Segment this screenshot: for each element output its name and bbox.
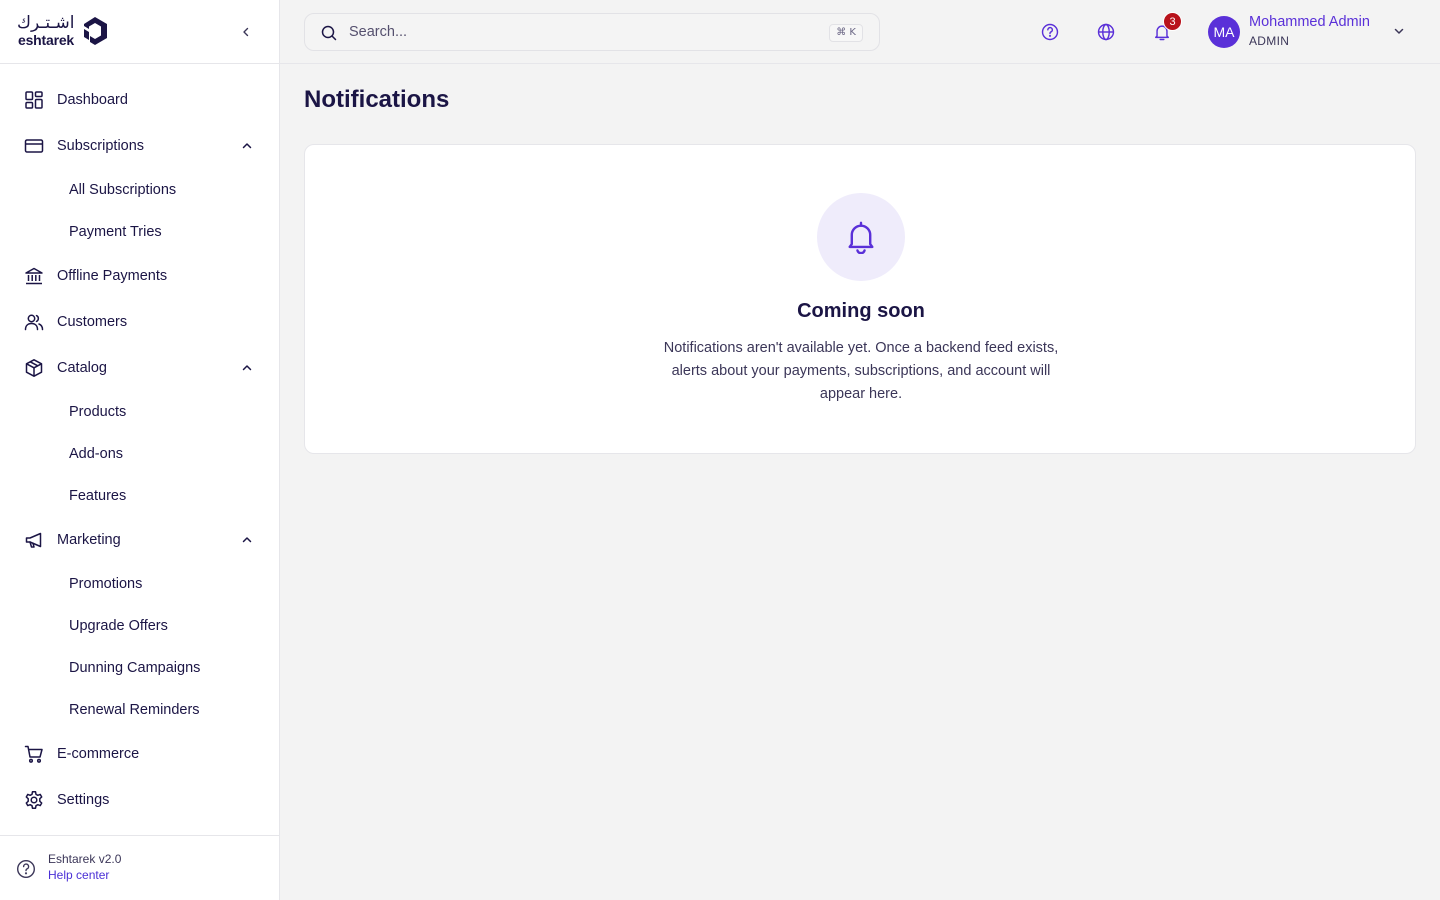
sidebar-subitem-label: Dunning Campaigns bbox=[69, 660, 201, 676]
search-icon bbox=[321, 25, 337, 41]
bank-icon bbox=[22, 264, 46, 288]
sidebar-subitem-features[interactable]: Features bbox=[14, 479, 266, 513]
sidebar-subitem-label: Renewal Reminders bbox=[69, 702, 200, 718]
sidebar-subitem-products[interactable]: Products bbox=[14, 395, 266, 429]
chevron-up-icon bbox=[242, 143, 252, 149]
sidebar-item-dashboard[interactable]: Dashboard bbox=[14, 81, 266, 119]
help-button[interactable] bbox=[1039, 21, 1061, 43]
credit-card-icon bbox=[22, 134, 46, 158]
user-role: ADMIN bbox=[1249, 34, 1290, 48]
sidebar-subitem-label: Payment Tries bbox=[69, 224, 162, 240]
sidebar-item-label: Subscriptions bbox=[57, 138, 145, 154]
chevron-down-icon bbox=[1394, 28, 1404, 34]
help-center-link[interactable]: Help center bbox=[48, 868, 109, 882]
logo-mark-icon bbox=[84, 17, 107, 45]
collapse-sidebar-button[interactable] bbox=[236, 22, 256, 42]
search-input[interactable] bbox=[349, 16, 819, 48]
bell-icon bbox=[848, 221, 874, 254]
sidebar-item-label: Settings bbox=[57, 792, 110, 808]
help-circle-icon bbox=[16, 859, 36, 879]
dashboard-grid-icon bbox=[22, 88, 46, 112]
sidebar-item-label: Offline Payments bbox=[57, 268, 168, 284]
sidebar: اشـتـرك eshtarek Dashboard Subscriptions… bbox=[0, 0, 280, 900]
logo-english-text: eshtarek bbox=[18, 32, 74, 48]
empty-state-card: Coming soon Notifications aren't availab… bbox=[304, 144, 1416, 454]
sidebar-subitem-all-subscriptions[interactable]: All Subscriptions bbox=[14, 173, 266, 207]
sidebar-item-label: Marketing bbox=[57, 532, 121, 548]
chevron-up-icon bbox=[242, 365, 252, 371]
sidebar-item-settings[interactable]: Settings bbox=[14, 781, 266, 819]
users-icon bbox=[22, 310, 46, 334]
sidebar-item-subscriptions[interactable]: Subscriptions bbox=[14, 127, 266, 165]
sidebar-item-customers[interactable]: Customers bbox=[14, 303, 266, 341]
sidebar-item-e-commerce[interactable]: E-commerce bbox=[14, 735, 266, 773]
empty-state-text: Notifications aren't available yet. Once… bbox=[663, 340, 1059, 402]
cart-icon bbox=[22, 742, 46, 766]
user-menu[interactable]: MA Mohammed Admin ADMIN bbox=[1208, 14, 1418, 52]
sidebar-item-label: Customers bbox=[57, 314, 128, 330]
sidebar-subitem-label: Upgrade Offers bbox=[69, 618, 168, 634]
sidebar-subitem-upgrade-offers[interactable]: Upgrade Offers bbox=[14, 609, 266, 643]
megaphone-icon bbox=[22, 528, 46, 552]
logo[interactable]: اشـتـرك eshtarek bbox=[17, 14, 112, 50]
avatar: MA bbox=[1208, 16, 1240, 48]
gear-icon bbox=[22, 788, 46, 812]
help-circle-icon bbox=[1041, 23, 1059, 41]
sidebar-subitem-payment-tries[interactable]: Payment Tries bbox=[14, 215, 266, 249]
empty-state-title: Coming soon bbox=[797, 300, 925, 322]
sidebar-header: اشـتـرك eshtarek bbox=[0, 0, 279, 64]
sidebar-subitem-label: Add-ons bbox=[69, 446, 124, 462]
page-title: Notifications bbox=[304, 86, 450, 113]
language-button[interactable] bbox=[1095, 21, 1117, 43]
sidebar-footer: Eshtarek v2.0 Help center bbox=[0, 835, 279, 900]
topbar: ⌘ K 3 MA Mohammed Admin ADMIN bbox=[280, 0, 1440, 64]
sidebar-item-label: Catalog bbox=[57, 360, 107, 376]
sidebar-subitem-add-ons[interactable]: Add-ons bbox=[14, 437, 266, 471]
sidebar-item-offline-payments[interactable]: Offline Payments bbox=[14, 257, 266, 295]
chevron-left-icon bbox=[243, 27, 249, 37]
sidebar-subitem-label: All Subscriptions bbox=[69, 182, 177, 198]
sidebar-subitem-renewal-reminders[interactable]: Renewal Reminders bbox=[14, 693, 266, 727]
sidebar-item-marketing[interactable]: Marketing bbox=[14, 521, 266, 559]
empty-state-icon-circle bbox=[817, 193, 905, 281]
sidebar-subitem-promotions[interactable]: Promotions bbox=[14, 567, 266, 601]
sidebar-subitem-dunning-campaigns[interactable]: Dunning Campaigns bbox=[14, 651, 266, 685]
app-version: Eshtarek v2.0 bbox=[48, 852, 122, 866]
sidebar-subitem-label: Promotions bbox=[69, 576, 143, 592]
search-box[interactable]: ⌘ K bbox=[304, 13, 880, 51]
sidebar-item-catalog[interactable]: Catalog bbox=[14, 349, 266, 387]
globe-icon bbox=[1097, 23, 1115, 41]
sidebar-item-label: Dashboard bbox=[57, 92, 128, 108]
sidebar-subitem-label: Features bbox=[69, 488, 127, 504]
chevron-up-icon bbox=[242, 537, 252, 543]
sidebar-item-label: E-commerce bbox=[57, 746, 140, 762]
search-shortcut-hint: ⌘ K bbox=[829, 24, 863, 42]
sidebar-subitem-label: Products bbox=[69, 404, 127, 420]
user-name: Mohammed Admin bbox=[1249, 14, 1370, 30]
logo-arabic-text: اشـتـرك bbox=[17, 13, 75, 33]
package-icon bbox=[22, 356, 46, 380]
notification-count-badge: 3 bbox=[1163, 12, 1182, 31]
